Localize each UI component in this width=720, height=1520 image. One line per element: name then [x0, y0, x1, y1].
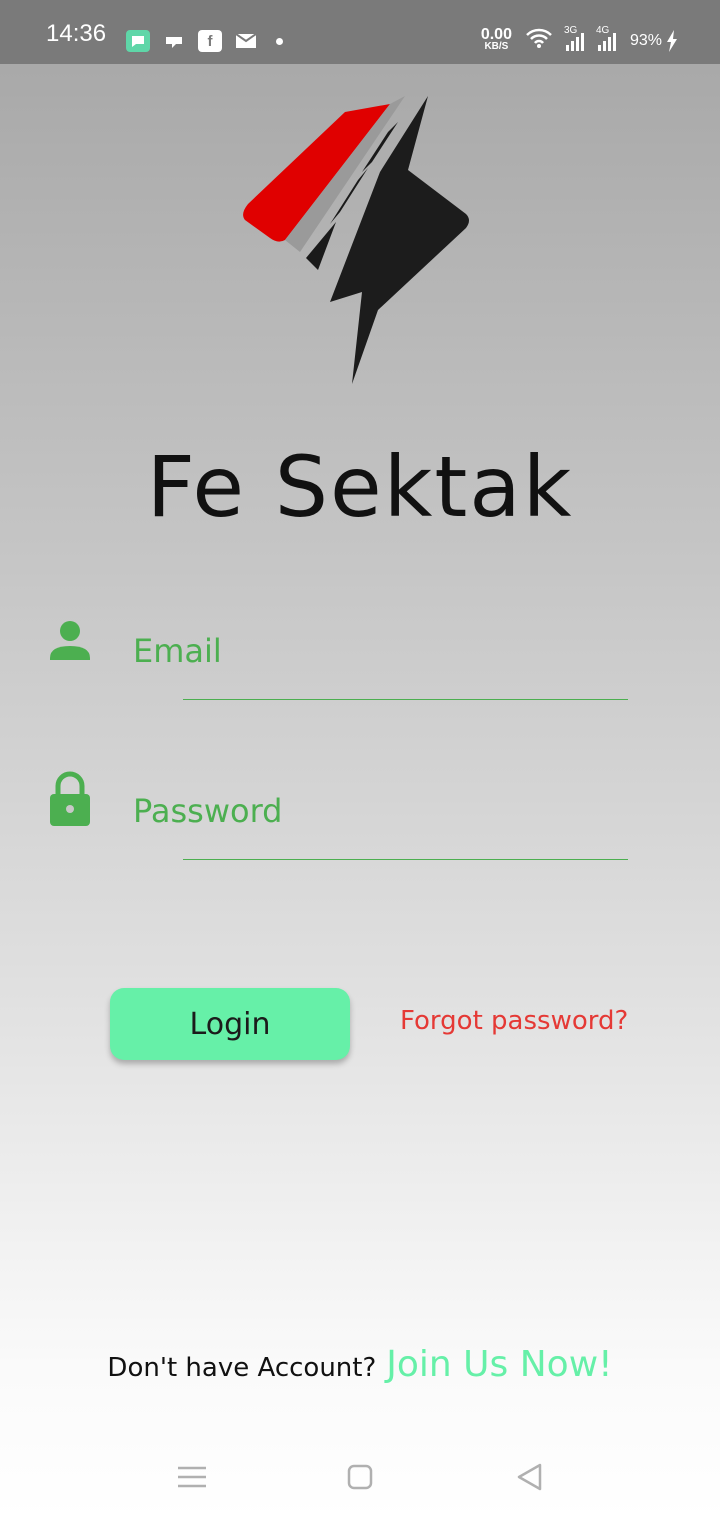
app-title: Fe Sektak — [146, 438, 574, 536]
signal-4g-icon: 4G — [596, 25, 616, 51]
signup-prompt: Don't have Account? Join Us Now! — [0, 1344, 720, 1385]
sim1-type: 3G — [563, 24, 578, 36]
person-icon — [50, 621, 90, 660]
forgot-password-link[interactable]: Forgot password? — [400, 1006, 628, 1036]
status-time: 14:36 — [46, 20, 107, 47]
join-us-link[interactable]: Join Us Now! — [386, 1344, 612, 1385]
login-button[interactable]: Login — [110, 988, 350, 1060]
email-label: Email — [133, 632, 222, 670]
home-icon[interactable] — [340, 1460, 380, 1494]
app-logo — [243, 96, 469, 384]
password-label: Password — [133, 792, 283, 830]
password-field[interactable]: Password — [48, 771, 628, 860]
signal-3g-icon: 3G — [564, 25, 584, 51]
menu-icon[interactable] — [172, 1460, 212, 1494]
system-icons: 0.00 KB/S 3G 4G 93% — [480, 25, 678, 53]
signup-question: Don't have Account? — [107, 1353, 377, 1383]
charging-icon — [667, 29, 677, 52]
email-field[interactable]: Email — [48, 620, 628, 700]
messages-icon — [126, 30, 150, 52]
network-speed: 0.00 KB/S — [480, 25, 512, 53]
navigation-bar — [0, 1430, 720, 1520]
game-chat-icon — [162, 30, 186, 52]
back-icon[interactable] — [510, 1460, 550, 1494]
facebook-icon: f — [198, 30, 222, 52]
battery-indicator: 93% — [629, 29, 678, 52]
net-speed-value: 0.00 — [480, 25, 512, 43]
sim2-type: 4G — [595, 24, 610, 36]
password-underline — [183, 859, 628, 860]
mail-icon — [234, 30, 258, 52]
more-notifications-icon — [276, 37, 283, 45]
status-bar: 14:36 f 0.00 KB/S 3G 4G 93% — [0, 0, 720, 64]
battery-level: 93% — [629, 31, 662, 49]
wifi-icon — [526, 28, 552, 53]
email-underline — [183, 699, 628, 700]
notification-icons: f — [126, 30, 283, 52]
net-speed-unit: KB/S — [484, 40, 509, 52]
lock-icon — [50, 771, 90, 826]
